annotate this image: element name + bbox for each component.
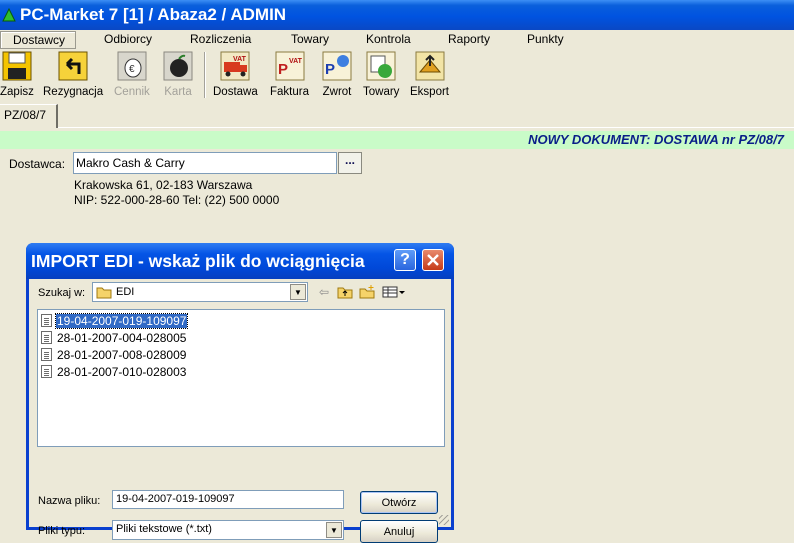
import-edi-dialog: IMPORT EDI - wskaż plik do wciągnięcia ?… [26,243,454,543]
app-icon [2,8,16,22]
menu-dostawcy[interactable]: Dostawcy [0,31,76,49]
supplier-details: NIP: 522-000-28-60 Tel: (22) 500 0000 [74,193,280,207]
back-arrow-icon[interactable]: ⇦ [315,284,333,300]
goods-icon [366,51,396,81]
window-titlebar: PC-Market 7 [1] / Abaza2 / ADMIN [0,0,794,30]
invoice-vat-icon: P VAT [275,51,304,81]
price-tag-icon: € [117,51,147,81]
card-button[interactable]: Karta [162,50,194,98]
chevron-down-icon[interactable]: ▼ [290,284,306,300]
toolbar-separator [204,52,206,98]
look-in-value: EDI [116,286,135,298]
close-button[interactable] [422,249,444,271]
document-banner: NOWY DOKUMENT: DOSTAWA nr PZ/08/7 [0,131,794,149]
floppy-disk-icon [2,51,32,81]
return-label: Zwrot [322,86,352,98]
svg-text:€: € [129,64,135,75]
menu-rozliczenia[interactable]: Rozliczenia [190,31,251,47]
help-button[interactable]: ? [394,249,416,271]
dialog-body: Szukaj w: EDI ▼ ⇦ 19-04-2007-019-109097 [29,279,451,543]
export-icon [415,51,444,81]
chevron-down-icon[interactable]: ▼ [326,522,342,538]
supplier-browse-button[interactable]: ... [338,152,362,174]
file-item[interactable]: 28-01-2007-010-028003 [41,363,441,380]
file-type-label: Pliki typu: [38,525,86,537]
return-button[interactable]: P Zwrot [321,50,353,98]
undo-arrow-icon [58,51,88,81]
view-menu-icon[interactable] [381,284,407,300]
svg-text:VAT: VAT [289,58,303,65]
up-folder-icon[interactable] [336,284,354,300]
delivery-truck-vat-icon: VAT [220,51,250,81]
menu-punkty[interactable]: Punkty [527,31,564,47]
supplier-field[interactable]: Makro Cash & Carry [73,152,337,174]
menu-odbiorcy[interactable]: Odbiorcy [104,31,152,47]
delivery-button[interactable]: VAT Dostawa [213,50,258,98]
save-button[interactable]: Zapisz [0,50,34,98]
open-button[interactable]: Otwórz [360,491,438,514]
menu-raporty[interactable]: Raporty [448,31,490,47]
file-type-select[interactable]: Pliki tekstowe (*.txt) ▼ [112,520,344,540]
export-label: Eksport [410,86,449,98]
invoice-button[interactable]: P VAT Faktura [270,50,309,98]
look-in-label: Szukaj w: [38,287,86,299]
dialog-titlebar: IMPORT EDI - wskaż plik do wciągnięcia ? [26,243,454,279]
file-name: 19-04-2007-019-109097 [54,312,189,329]
menu-towary[interactable]: Towary [291,31,329,47]
return-icon: P [322,51,352,81]
menu-bar: Dostawcy Odbiorcy Rozliczenia Towary Kon… [0,30,794,49]
goods-button[interactable]: Towary [363,50,399,98]
file-name-input[interactable]: 19-04-2007-019-109097 [112,490,344,509]
cancel-edit-button[interactable]: Rezygnacja [43,50,103,98]
svg-text:VAT: VAT [233,56,247,63]
dialog-title: IMPORT EDI - wskaż plik do wciągnięcia [31,250,365,271]
tab-document[interactable]: PZ/08/7 [0,104,58,128]
resize-grip[interactable] [439,515,449,525]
supplier-address: Krakowska 61, 02-183 Warszawa [74,178,253,192]
toolbar: Zapisz Rezygnacja € Cennik Karta VAT Dos… [0,48,794,102]
look-in-select[interactable]: EDI ▼ [92,282,308,302]
price-list-label: Cennik [114,86,150,98]
card-label: Karta [164,86,192,98]
svg-text:P: P [325,61,335,78]
delivery-label: Dostawa [213,86,258,98]
file-item[interactable]: 28-01-2007-008-028009 [41,346,441,363]
close-icon [427,254,439,266]
text-file-icon [41,331,52,344]
file-item[interactable]: 19-04-2007-019-109097 [41,312,441,329]
menu-kontrola[interactable]: Kontrola [366,31,411,47]
cancel-edit-label: Rezygnacja [43,86,104,98]
file-name-label: Nazwa pliku: [38,495,101,507]
folder-icon [96,287,112,298]
export-button[interactable]: Eksport [410,50,449,98]
window-title: PC-Market 7 [1] / Abaza2 / ADMIN [20,5,287,24]
card-icon [163,51,193,81]
file-name: 28-01-2007-008-028009 [57,347,187,362]
document-tabs: PZ/08/7 [0,104,794,128]
file-item[interactable]: 28-01-2007-004-028005 [41,329,441,346]
save-label: Zapisz [0,86,34,98]
text-file-icon [41,348,52,361]
text-file-icon [41,314,52,327]
file-type-value: Pliki tekstowe (*.txt) [116,523,212,535]
file-list[interactable]: 19-04-2007-019-109097 28-01-2007-004-028… [37,309,445,447]
new-folder-icon[interactable] [358,284,376,300]
svg-text:P: P [278,61,288,78]
text-file-icon [41,365,52,378]
file-name: 28-01-2007-004-028005 [57,330,187,345]
cancel-button[interactable]: Anuluj [360,520,438,543]
goods-label: Towary [363,86,400,98]
invoice-label: Faktura [270,86,309,98]
price-list-button[interactable]: € Cennik [114,50,150,98]
file-name: 28-01-2007-010-028003 [57,364,187,379]
supplier-label: Dostawca: [9,157,66,171]
